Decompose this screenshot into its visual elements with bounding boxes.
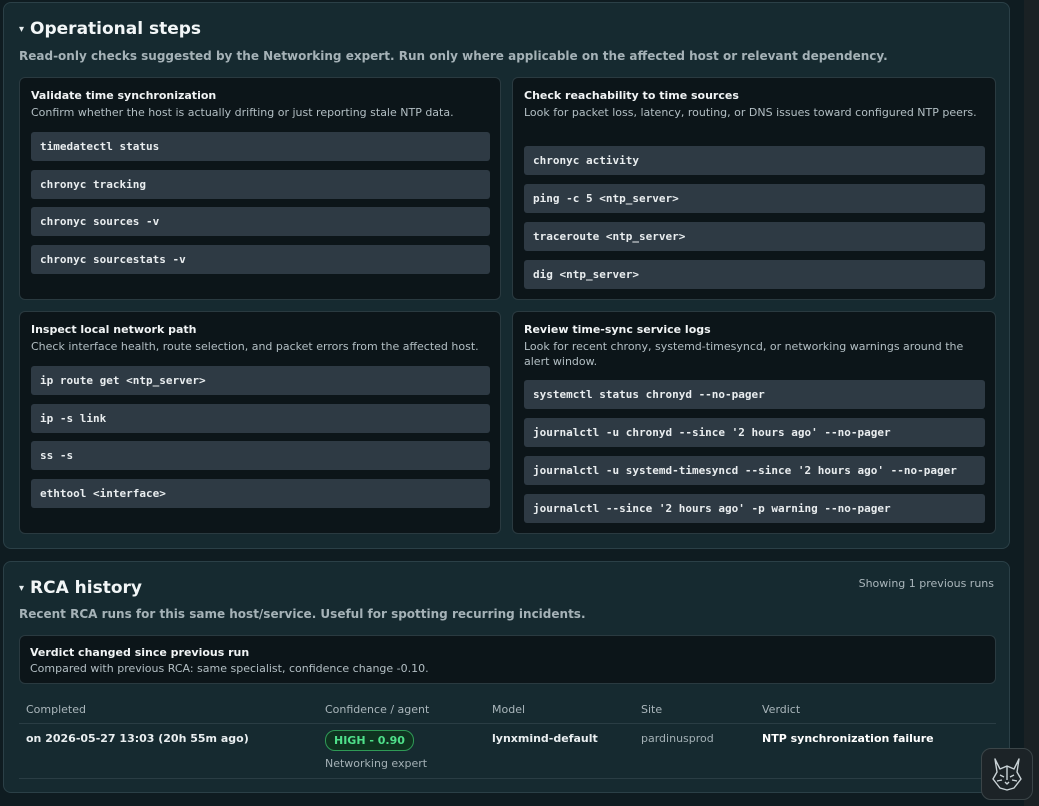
verdict-change-description: Compared with previous RCA: same special…	[30, 662, 429, 675]
step-card-title: Check reachability to time sources	[524, 89, 739, 102]
column-header-site: Site	[641, 703, 663, 716]
command-snippet[interactable]: ethtool <interface>	[31, 479, 490, 508]
command-snippet[interactable]: chronyc sourcestats -v	[31, 245, 490, 274]
command-snippet[interactable]: chronyc sources -v	[31, 207, 490, 236]
collapse-caret-icon[interactable]: ▾	[19, 583, 24, 594]
step-card-description: Confirm whether the host is actually dri…	[31, 106, 454, 119]
main-scroll-area[interactable]: ▾ Operational steps Read-only checks sug…	[0, 0, 1024, 806]
agent-label: Networking expert	[325, 757, 428, 770]
command-snippet[interactable]: journalctl --since '2 hours ago' -p warn…	[524, 494, 985, 523]
runs-count: Showing 1 previous runs	[858, 577, 994, 590]
table-divider	[19, 723, 996, 724]
verdict-change-notice: Verdict changed since previous run Compa…	[19, 635, 996, 684]
column-header-completed: Completed	[26, 703, 86, 716]
lynx-logo-icon	[992, 758, 1022, 791]
rca-history-header[interactable]: ▾ RCA history	[19, 578, 142, 598]
rca-history-panel: ▾ RCA history Showing 1 previous runs Re…	[3, 561, 1010, 793]
rca-history-subtitle: Recent RCA runs for this same host/servi…	[19, 607, 586, 621]
step-card-network-path: Inspect local network path Check interfa…	[19, 311, 501, 534]
step-card-description: Look for recent chrony, systemd-timesync…	[524, 340, 964, 368]
command-snippet[interactable]: journalctl -u systemd-timesyncd --since …	[524, 456, 985, 485]
step-card-reachability: Check reachability to time sources Look …	[512, 77, 996, 300]
command-snippet[interactable]: chronyc tracking	[31, 170, 490, 199]
command-snippet[interactable]: chronyc activity	[524, 146, 985, 175]
verdict-cell: NTP synchronization failure	[762, 732, 934, 745]
column-header-verdict: Verdict	[762, 703, 801, 716]
command-snippet[interactable]: dig <ntp_server>	[524, 260, 985, 289]
operational-steps-panel: ▾ Operational steps Read-only checks sug…	[3, 2, 1010, 549]
completed-cell: on 2026-05-27 13:03 (20h 55m ago)	[26, 732, 249, 745]
step-card-title: Inspect local network path	[31, 323, 197, 336]
operational-steps-subtitle: Read-only checks suggested by the Networ…	[19, 49, 888, 63]
lynx-logo-button[interactable]	[981, 748, 1033, 800]
table-divider	[19, 778, 996, 779]
step-card-title: Review time-sync service logs	[524, 323, 711, 336]
rca-history-title: RCA history	[30, 578, 142, 598]
verdict-change-title: Verdict changed since previous run	[30, 646, 250, 659]
command-snippet[interactable]: timedatectl status	[31, 132, 490, 161]
column-header-model: Model	[492, 703, 526, 716]
column-header-confidence: Confidence / agent	[325, 703, 430, 716]
step-card-title: Validate time synchronization	[31, 89, 217, 102]
step-card-time-sync: Validate time synchronization Confirm wh…	[19, 77, 501, 300]
operational-steps-title: Operational steps	[30, 19, 202, 39]
command-snippet[interactable]: ip -s link	[31, 404, 490, 433]
step-card-description: Look for packet loss, latency, routing, …	[524, 106, 977, 119]
operational-steps-header[interactable]: ▾ Operational steps	[19, 19, 201, 39]
step-card-description: Check interface health, route selection,…	[31, 340, 479, 353]
collapse-caret-icon[interactable]: ▾	[19, 24, 24, 35]
confidence-badge: HIGH - 0.90	[325, 730, 414, 751]
command-snippet[interactable]: ping -c 5 <ntp_server>	[524, 184, 985, 213]
step-card-service-logs: Review time-sync service logs Look for r…	[512, 311, 996, 534]
command-snippet[interactable]: journalctl -u chronyd --since '2 hours a…	[524, 418, 985, 447]
vertical-scrollbar[interactable]	[1024, 0, 1039, 806]
command-snippet[interactable]: traceroute <ntp_server>	[524, 222, 985, 251]
command-snippet[interactable]: ip route get <ntp_server>	[31, 366, 490, 395]
command-snippet[interactable]: ss -s	[31, 441, 490, 470]
model-cell: lynxmind-default	[492, 732, 598, 745]
command-snippet[interactable]: systemctl status chronyd --no-pager	[524, 380, 985, 409]
site-cell: pardinusprod	[641, 732, 714, 745]
